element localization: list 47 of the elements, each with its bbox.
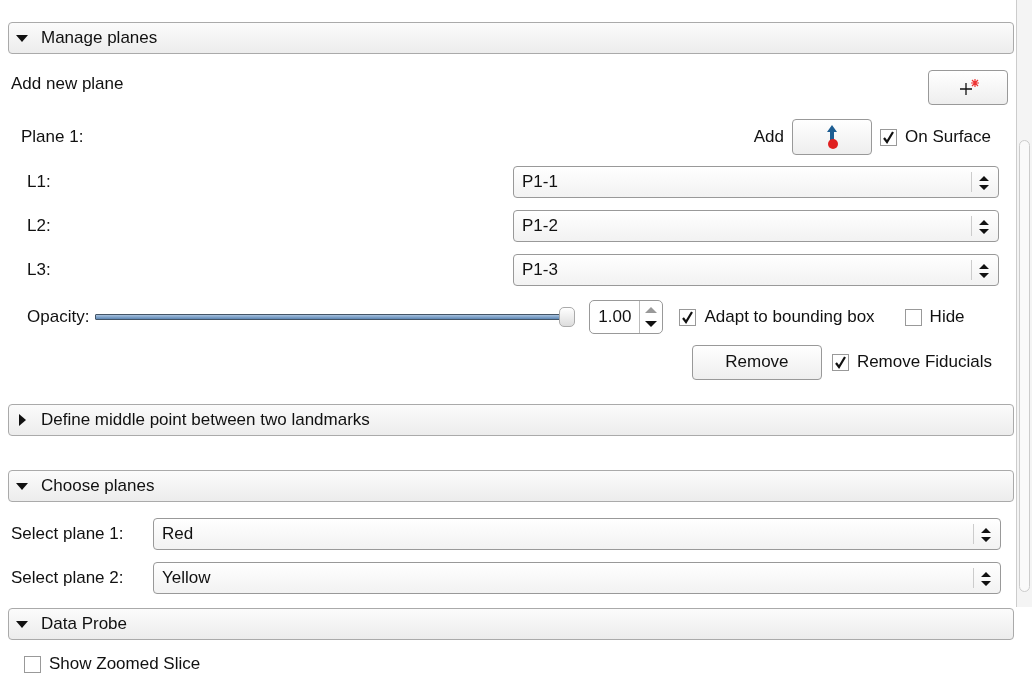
up-down-arrows-icon [978,175,990,191]
checkbox-label: Show Zoomed Slice [49,654,201,674]
landmark-label: L1: [27,172,51,192]
up-down-arrows-icon [980,571,992,587]
add-label: Add [753,127,784,147]
select-plane-label: Select plane 1: [11,524,124,544]
landmark-dropdown[interactable]: P1-1 [513,166,999,198]
opacity-spinbox[interactable]: 1.00 [589,300,664,334]
section-title: Choose planes [41,476,155,496]
checkbox-label: Hide [929,307,965,327]
add-new-plane-label: Add new plane [11,74,124,94]
section-header[interactable]: Manage planes [8,22,1014,54]
scrollbar-thumb[interactable] [1019,140,1030,592]
plane-dropdown[interactable]: Yellow [153,562,1001,594]
landmark-label: L3: [27,260,51,280]
add-landmark-button[interactable] [792,119,872,155]
plane-dropdown[interactable]: Red [153,518,1001,550]
opacity-slider[interactable] [95,307,576,327]
checkbox-label: Remove Fiducials [856,352,992,372]
section-header[interactable]: Choose planes [8,470,1014,502]
checkbox-label: On Surface [905,127,991,147]
plus-icon [957,77,979,98]
arrow-point-icon [824,124,840,150]
on-surface-checkbox[interactable] [880,128,897,146]
landmark-dropdown[interactable]: P1-3 [513,254,999,286]
landmark-dropdown[interactable]: P1-2 [513,210,999,242]
adapt-checkbox[interactable] [679,308,697,326]
plane-label: Plane 1: [21,127,84,147]
add-plane-button[interactable] [928,70,1008,105]
up-down-arrows-icon [978,219,990,235]
section-title: Data Probe [41,614,127,634]
up-down-arrows-icon [980,527,992,543]
scrollbar[interactable] [1016,0,1032,607]
section-title: Manage planes [41,28,158,48]
select-plane-label: Select plane 2: [11,568,124,588]
section-header[interactable]: Data Probe [8,608,1014,640]
remove-button[interactable]: Remove [691,344,822,380]
up-down-arrows-icon [978,263,990,279]
landmark-label: L2: [27,216,51,236]
opacity-label: Opacity: [27,307,90,327]
section-header[interactable]: Define middle point between two landmarks [8,404,1014,436]
slider-handle[interactable] [559,307,576,327]
checkbox-label: Adapt to bounding box [704,307,875,327]
hide-checkbox[interactable] [904,308,922,326]
show-zoomed-slice-checkbox[interactable] [24,655,41,673]
section-title: Define middle point between two landmarks [41,410,370,430]
remove-fiducials-checkbox[interactable] [831,353,849,371]
